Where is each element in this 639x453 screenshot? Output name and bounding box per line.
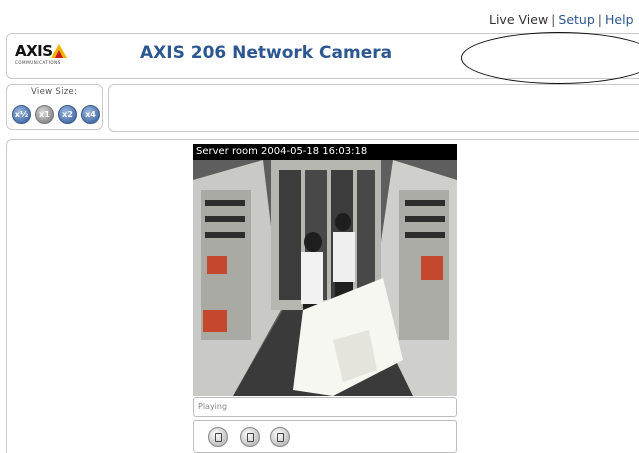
snapshot-icon[interactable] [240,427,260,447]
save-glyph-icon [276,432,284,442]
axis-logo[interactable]: AXIS COMMUNICATIONS [15,42,71,68]
page-title: AXIS 206 Network Camera [140,43,393,63]
stop-glyph-icon [214,432,222,442]
video-overlay-text: Server room 2004-05-18 16:03:18 [193,144,457,160]
top-nav: Live View | Setup | Help [489,12,634,27]
status-bar: Playing [193,397,457,417]
nav-live-view-link[interactable]: Live View [489,12,548,27]
snapshot-glyph-icon [246,432,254,442]
nav-setup-link[interactable]: Setup [558,12,594,27]
camera-page: AXIS COMMUNICATIONS AXIS 206 Network Cam… [0,0,639,453]
playback-controls [193,420,457,453]
nav-separator: | [597,12,602,27]
save-icon[interactable] [270,427,290,447]
stop-icon[interactable] [208,427,228,447]
view-size-buttons: x½ x1 x2 x4 [12,105,100,124]
view-size-panel: View Size: x½ x1 x2 x4 [6,84,103,130]
nav-help-link[interactable]: Help [605,12,634,27]
nav-separator: | [551,12,556,27]
view-size-label: View Size: [31,87,78,97]
logo-text: AXIS [15,42,53,60]
logo-triangle-inner-icon [55,50,63,58]
server-room-image [193,160,457,396]
view-size-x4-button[interactable]: x4 [81,105,100,124]
view-size-x2-button[interactable]: x2 [58,105,77,124]
logo-subtext: COMMUNICATIONS [15,60,61,65]
view-size-half-button[interactable]: x½ [12,105,31,124]
status-text: Playing [198,402,228,411]
video-stream[interactable]: Server room 2004-05-18 16:03:18 [193,144,457,396]
view-size-x1-button[interactable]: x1 [35,105,54,124]
toolbar-panel [108,84,639,132]
